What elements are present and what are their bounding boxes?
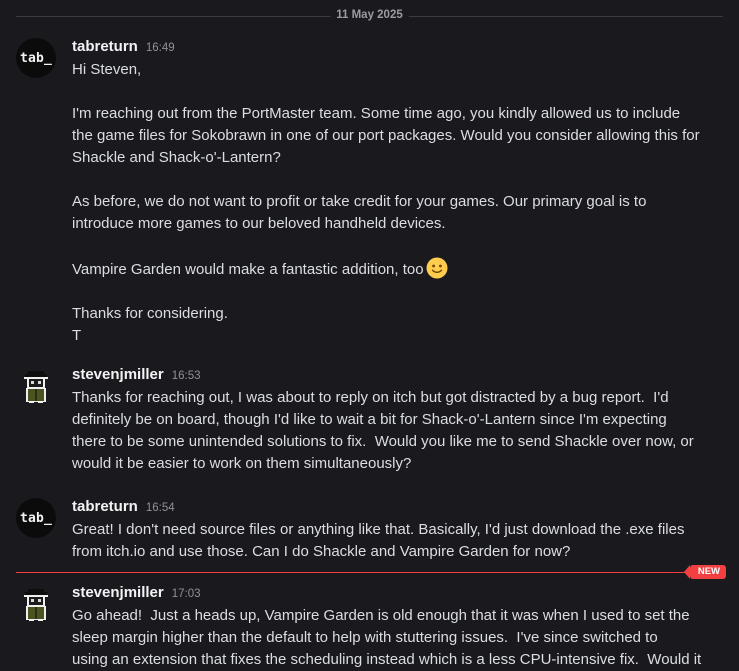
pixel-character-avatar-icon	[24, 371, 48, 403]
username[interactable]: tabreturn	[72, 498, 138, 515]
message-line: Thanks for considering.	[72, 305, 228, 322]
message-line: introduce more games to our beloved hand…	[72, 215, 446, 232]
pixel-character-avatar-icon	[24, 589, 48, 621]
avatar[interactable]: tab_	[16, 38, 56, 78]
new-badge: NEW	[683, 565, 726, 579]
message-line: from itch.io and use those. Can I do Sha…	[72, 543, 571, 560]
message-line: there to be some unintended solutions to…	[72, 433, 694, 450]
message-line: I'm reaching out from the PortMaster tea…	[72, 105, 681, 122]
message-line: the game files for Sokobrawn in one of o…	[72, 127, 700, 144]
timestamp[interactable]: 16:53	[172, 370, 201, 382]
message-body: Thanks for reaching out, I was about to …	[72, 387, 719, 475]
message-body: Hi Steven, I'm reaching out from the Por…	[72, 59, 719, 347]
timestamp[interactable]: 16:49	[146, 42, 175, 54]
message-line: definitely be on board, though I'd like …	[72, 411, 667, 428]
message-line: T	[72, 327, 82, 344]
slightly-smiling-face-icon[interactable]	[426, 257, 448, 279]
message-header: stevenjmiller 17:03	[72, 584, 201, 604]
message-line: Great! I don't need source files or anyt…	[72, 521, 685, 538]
message-header: stevenjmiller 16:53	[72, 366, 201, 386]
message-line: Thanks for reaching out, I was about to …	[72, 389, 669, 406]
username[interactable]: tabreturn	[72, 38, 138, 55]
timestamp[interactable]: 16:54	[146, 502, 175, 514]
message-line: would it be easier to work on them simul…	[72, 455, 412, 472]
avatar[interactable]	[16, 584, 56, 624]
message-body: Go ahead! Just a heads up, Vampire Garde…	[72, 605, 719, 671]
avatar-text: tab_	[19, 50, 53, 66]
message-header: tabreturn 16:49	[72, 38, 175, 58]
message-line: sleep margin higher than the default to …	[72, 629, 658, 646]
avatar[interactable]: tab_	[16, 498, 56, 538]
timestamp[interactable]: 17:03	[172, 588, 201, 600]
message-line: using an extension that fixes the schedu…	[72, 651, 702, 668]
date-divider-label: 11 May 2025	[330, 9, 409, 21]
message-line: Vampire Garden would make a fantastic ad…	[72, 261, 424, 278]
avatar[interactable]	[16, 366, 56, 406]
avatar-text: tab_	[19, 510, 53, 526]
username[interactable]: stevenjmiller	[72, 366, 164, 383]
message-body: Great! I don't need source files or anyt…	[72, 519, 719, 563]
new-messages-divider	[16, 572, 723, 573]
message-line: Go ahead! Just a heads up, Vampire Garde…	[72, 607, 690, 624]
message-line: As before, we do not want to profit or t…	[72, 193, 647, 210]
message-header: tabreturn 16:54	[72, 498, 175, 518]
message-line: Shackle and Shack-o'-Lantern?	[72, 149, 281, 166]
username[interactable]: stevenjmiller	[72, 584, 164, 601]
message-line: Hi Steven,	[72, 61, 142, 78]
